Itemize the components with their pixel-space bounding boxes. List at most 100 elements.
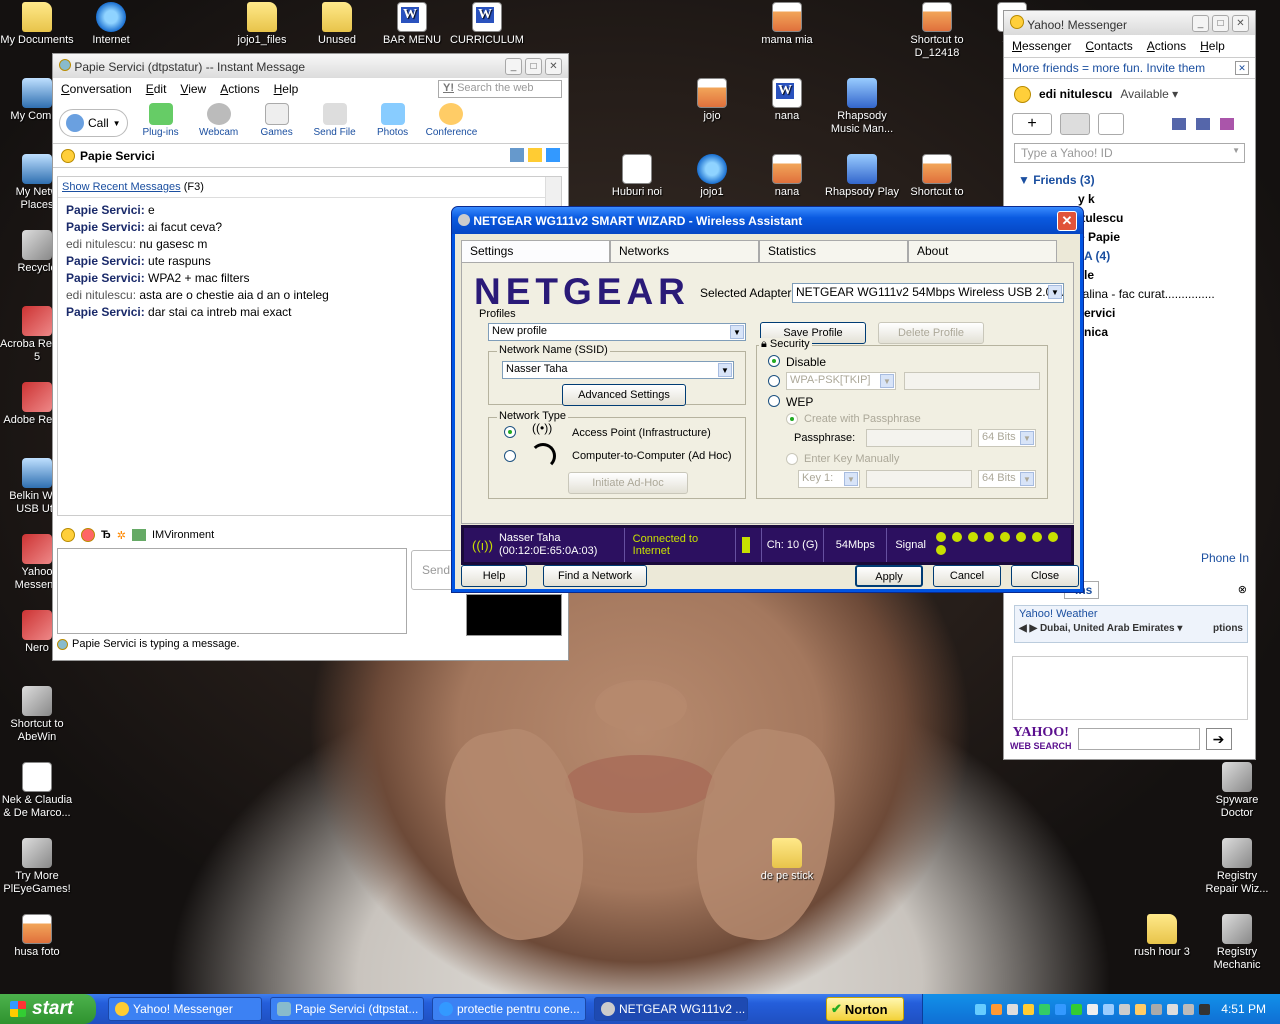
desktop-icon[interactable]: Unused — [300, 2, 374, 47]
ssid-select[interactable]: Nasser Taha ▼ — [502, 361, 734, 379]
desktop-icon[interactable]: jojo — [675, 78, 749, 123]
desktop-icon[interactable]: My Documents — [0, 2, 74, 47]
conference-button[interactable]: Conference — [426, 103, 477, 138]
weather-plugin[interactable]: Yahoo! Weather ◀ ▶ Dubai, United Arab Em… — [1014, 605, 1248, 643]
ym-menu-messenger[interactable]: Messenger — [1012, 39, 1071, 53]
key-select[interactable]: Key 1: ▼ — [798, 470, 860, 488]
netgear-titlebar[interactable]: NETGEAR WG111v2 SMART WIZARD - Wireless … — [452, 207, 1083, 234]
tray-icon[interactable] — [1119, 1003, 1131, 1015]
tray-icon[interactable] — [1183, 1003, 1195, 1015]
menu-actions[interactable]: Actions — [220, 82, 259, 96]
desktop-icon[interactable]: Huburi noi — [600, 154, 674, 199]
norton-button[interactable]: ✔ Norton — [826, 997, 904, 1021]
task-yahoo-messenger[interactable]: Yahoo! Messenger — [108, 997, 262, 1021]
imvironment-label[interactable]: IMVironment — [152, 529, 214, 541]
close-button[interactable]: Close — [1011, 565, 1079, 587]
enter-key-radio[interactable] — [786, 453, 798, 465]
adhoc-label[interactable]: Computer-to-Computer (Ad Hoc) — [572, 450, 732, 462]
create-passphrase-radio[interactable] — [786, 413, 798, 425]
netgear-window[interactable]: NETGEAR WG111v2 SMART WIZARD - Wireless … — [451, 206, 1084, 593]
send-file-button[interactable]: Send File — [310, 103, 360, 138]
webcam-button[interactable]: Webcam — [194, 103, 244, 138]
disable-label[interactable]: Disable — [786, 355, 826, 369]
collapse-icon[interactable]: ⊗ — [1238, 583, 1247, 596]
tray-icon[interactable] — [1151, 1003, 1163, 1015]
chevron-down-icon[interactable]: ▼ — [1020, 472, 1034, 486]
yahoo-id-search-input[interactable]: Type a Yahoo! ID ▼ — [1014, 143, 1245, 163]
ym-menu-actions[interactable]: Actions — [1147, 39, 1186, 53]
chevron-down-icon[interactable]: ▼ — [718, 363, 732, 377]
desktop-icon[interactable]: BAR MENU — [375, 2, 449, 47]
tray-icon[interactable] — [1007, 1003, 1019, 1015]
close-button[interactable]: ✕ — [1057, 210, 1077, 231]
desktop-icon[interactable]: rush hour 3 — [1125, 914, 1199, 959]
menu-conversation[interactable]: Conversation — [61, 82, 132, 96]
tray-icon[interactable] — [1071, 1003, 1083, 1015]
desktop-icon[interactable]: Nek & Claudia & De Marco... — [0, 762, 74, 820]
tray-icon[interactable] — [1199, 1003, 1211, 1015]
help-button[interactable]: Help — [461, 565, 527, 587]
contact-card-icon[interactable] — [546, 148, 560, 162]
call-button[interactable]: Call ▼ — [59, 109, 128, 137]
key-bits-select[interactable]: 64 Bits ▼ — [978, 470, 1036, 488]
ym-close-button[interactable]: ✕ — [1232, 14, 1249, 32]
close-button[interactable]: ✕ — [545, 57, 562, 75]
menu-help[interactable]: Help — [274, 82, 299, 96]
tab-statistics[interactable]: Statistics — [759, 240, 908, 262]
web-search-field[interactable] — [1077, 727, 1200, 750]
sun-icon[interactable]: ✲ — [117, 529, 126, 542]
imvironment-icon[interactable] — [131, 529, 146, 541]
contacts-view-button[interactable] — [1060, 113, 1090, 135]
wep-label[interactable]: WEP — [786, 395, 813, 409]
minimize-button[interactable]: _ — [505, 57, 522, 75]
tray-icon[interactable] — [1087, 1003, 1099, 1015]
show-recent-messages-link[interactable]: Show Recent Messages — [62, 181, 181, 193]
add-contact-button[interactable]: + — [1012, 113, 1052, 135]
ym-minimize-button[interactable]: _ — [1192, 14, 1209, 32]
tab-about[interactable]: About — [908, 240, 1057, 262]
ym-maximize-button[interactable]: □ — [1212, 14, 1229, 32]
adhoc-radio[interactable] — [504, 450, 516, 462]
chevron-down-icon[interactable]: ▼ — [880, 374, 894, 388]
search-go-arrow-icon[interactable]: ➔ — [1205, 727, 1232, 750]
im-titlebar[interactable]: Papie Servici (dtpstatur) -- Instant Mes… — [53, 54, 568, 78]
advanced-settings-button[interactable]: Advanced Settings — [562, 384, 686, 406]
ym-menu-contacts[interactable]: Contacts — [1085, 39, 1132, 53]
tray-icon[interactable] — [1055, 1003, 1067, 1015]
delete-profile-button[interactable]: Delete Profile — [878, 322, 984, 344]
tray-icon[interactable] — [991, 1003, 1003, 1015]
desktop-icon[interactable]: CURRICULUM — [450, 2, 524, 47]
tab-settings[interactable]: Settings — [461, 240, 610, 264]
games-button[interactable]: Games — [252, 103, 302, 138]
phone-in-link[interactable]: Phone In — [1201, 551, 1249, 565]
desktop-icon[interactable]: jojo1_files — [225, 2, 299, 47]
tray-icon[interactable] — [1039, 1003, 1051, 1015]
menu-edit[interactable]: Edit — [146, 82, 167, 96]
desktop-icon[interactable]: jojo1 — [675, 154, 749, 199]
access-point-label[interactable]: Access Point (Infrastructure) — [572, 427, 711, 439]
tray-icon[interactable] — [1135, 1003, 1147, 1015]
initiate-adhoc-button[interactable]: Initiate Ad-Hoc — [568, 472, 688, 494]
desktop-icon[interactable]: Shortcut to D_12418 — [900, 2, 974, 60]
chevron-down-icon[interactable]: ▼ — [730, 325, 744, 339]
web-search-input[interactable]: Y! Search the web — [438, 80, 562, 98]
ym-menu-help[interactable]: Help — [1200, 39, 1225, 53]
desktop-icon[interactable]: nana — [750, 78, 824, 123]
desktop-icon[interactable]: Registry Mechanic — [1200, 914, 1274, 972]
wpa-radio[interactable] — [768, 375, 780, 387]
wep-radio[interactable] — [768, 395, 780, 407]
key-input[interactable] — [866, 470, 972, 488]
desktop-icon[interactable]: Internet — [74, 2, 148, 47]
address-book-button[interactable] — [1098, 113, 1124, 135]
cancel-button[interactable]: Cancel — [933, 565, 1001, 587]
passphrase-input[interactable] — [866, 429, 972, 447]
tray-icon[interactable] — [975, 1003, 987, 1015]
find-network-button[interactable]: Find a Network — [543, 565, 647, 587]
chevron-down-icon[interactable]: ▼ — [1020, 431, 1034, 445]
emoticons-icon[interactable] — [81, 528, 95, 542]
sunglasses-icon[interactable] — [61, 528, 75, 542]
pen-icon[interactable] — [510, 148, 524, 162]
desktop-icon[interactable]: Rhapsody Music Man... — [825, 78, 899, 136]
tray-icon[interactable] — [1167, 1003, 1179, 1015]
chevron-down-icon[interactable]: ▼ — [1048, 285, 1062, 299]
